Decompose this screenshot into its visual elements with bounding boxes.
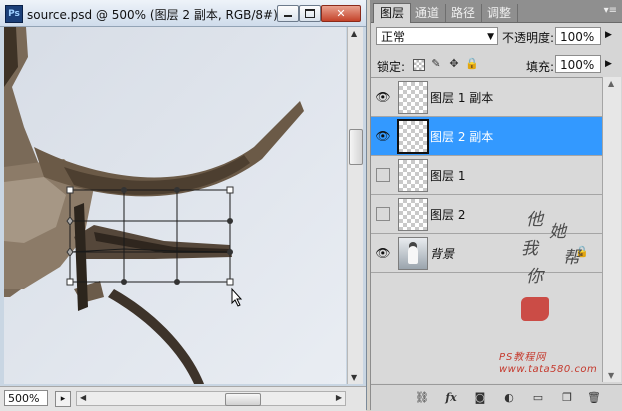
adjustment-layer-icon[interactable]: ◐	[501, 390, 517, 406]
layer-thumbnail	[397, 119, 429, 154]
lock-image-pixels-brush-icon[interactable]: ✎	[429, 57, 443, 71]
scroll-right-icon[interactable]: ▶	[336, 393, 342, 402]
scroll-up-icon[interactable]: ▲	[351, 29, 357, 38]
layers-list: 👁 图层 1 副本 👁 图层 2 副本 图层 1 图层 2 👁 背景 🔒	[371, 77, 602, 383]
scroll-up-icon[interactable]: ▲	[608, 79, 614, 88]
watermark-char: 我	[521, 239, 538, 259]
eye-icon[interactable]: 👁	[375, 128, 391, 144]
link-layers-icon[interactable]: ⛓	[414, 390, 430, 406]
watermark-char: 她	[549, 222, 566, 242]
layer-thumbnail	[398, 198, 428, 231]
layer-row[interactable]: 图层 1	[371, 156, 602, 195]
close-button[interactable]	[321, 5, 361, 22]
horizontal-scroll-thumb[interactable]	[225, 393, 261, 406]
scroll-down-icon[interactable]: ▼	[351, 373, 357, 382]
scroll-left-icon[interactable]: ◀	[80, 393, 86, 402]
visibility-toggle-off[interactable]	[376, 168, 390, 182]
opacity-slider-arrow-icon[interactable]: ▶	[605, 30, 612, 40]
tab-layers[interactable]: 图层	[373, 3, 412, 23]
blend-mode-select[interactable]: 正常 ▼	[376, 27, 498, 45]
layers-panel: 图层 通道 路径 调整 ▾≡ 正常 ▼ 不透明度: 100% ▶ 锁定: ✎ ✥…	[370, 0, 622, 411]
canvas-horizontal-scrollbar[interactable]: ◀ ▶	[76, 391, 346, 406]
canvas-vertical-scrollbar[interactable]: ▲ ▼	[347, 27, 363, 384]
eye-icon[interactable]: 👁	[375, 89, 391, 105]
document-titlebar[interactable]: Ps source.psd @ 500% (图层 2 副本, RGB/8#) *	[0, 0, 366, 27]
watermark-char: 帮	[563, 248, 580, 268]
new-layer-icon[interactable]: ❐	[559, 390, 575, 406]
layer-row[interactable]: 👁 图层 1 副本	[371, 78, 602, 117]
photoshop-logo-icon: Ps	[5, 5, 23, 23]
fill-input[interactable]: 100%	[555, 55, 601, 73]
document-window: Ps source.psd @ 500% (图层 2 副本, RGB/8#) *	[0, 0, 367, 411]
panel-tab-bar: 图层 通道 路径 调整 ▾≡	[371, 0, 622, 23]
lock-position-move-icon[interactable]: ✥	[447, 57, 461, 71]
fill-slider-arrow-icon[interactable]: ▶	[605, 59, 612, 69]
watermark-char: 你	[526, 267, 543, 287]
add-mask-icon[interactable]: ◙	[472, 390, 488, 406]
layer-name: 图层 1	[430, 169, 466, 183]
visibility-toggle-off[interactable]	[376, 207, 390, 221]
watermark-site-url: www.tata580.com	[499, 364, 598, 375]
opacity-label: 不透明度:	[502, 31, 555, 45]
tab-channels[interactable]: 通道	[409, 4, 447, 22]
layer-name: 背景	[430, 247, 455, 261]
document-title: source.psd @ 500% (图层 2 副本, RGB/8#) *	[27, 8, 288, 22]
layer-row-selected[interactable]: 👁 图层 2 副本	[371, 117, 602, 156]
chevron-down-icon: ▼	[487, 32, 494, 42]
layer-style-fx-icon[interactable]: fx	[443, 390, 459, 406]
blend-mode-value: 正常	[381, 30, 406, 44]
layers-panel-footer: ⛓ fx ◙ ◐ ▭ ❐ 🗑	[371, 384, 622, 411]
lock-transparent-pixels-icon[interactable]	[411, 57, 425, 71]
layers-scrollbar[interactable]: ▲ ▼	[602, 77, 621, 382]
lock-label: 锁定:	[377, 60, 406, 74]
status-menu-icon[interactable]: ▸	[55, 391, 71, 407]
opacity-input[interactable]: 100%	[555, 27, 601, 45]
background-thumbnail	[398, 237, 428, 270]
lock-all-icon[interactable]: 🔒	[465, 57, 479, 71]
watermark-seal-stamp	[521, 297, 549, 321]
fill-label: 填充:	[526, 60, 555, 74]
layer-name: 图层 2 副本	[430, 130, 494, 144]
maximize-button[interactable]	[299, 5, 321, 22]
zoom-level-input[interactable]: 500%	[4, 390, 48, 406]
eye-icon[interactable]: 👁	[375, 245, 391, 261]
layer-name: 图层 1 副本	[430, 91, 494, 105]
panel-menu-icon[interactable]: ▾≡	[604, 5, 617, 16]
scroll-down-icon[interactable]: ▼	[608, 371, 614, 380]
vertical-scroll-thumb[interactable]	[349, 129, 363, 165]
layer-row[interactable]: 图层 2	[371, 195, 602, 234]
tab-paths[interactable]: 路径	[445, 4, 483, 22]
image-canvas[interactable]	[4, 27, 346, 384]
layer-thumbnail	[398, 159, 428, 192]
trash-icon[interactable]: 🗑	[586, 390, 602, 406]
layer-name: 图层 2	[430, 208, 466, 222]
canvas-image	[4, 27, 346, 384]
layer-thumbnail	[398, 81, 428, 114]
watermark-site-name: PS教程网	[499, 352, 547, 363]
new-group-icon[interactable]: ▭	[530, 390, 546, 406]
status-bar: 500% ▸ ◀ ▶	[0, 386, 366, 411]
minimize-button[interactable]	[277, 5, 299, 22]
tab-adjustments[interactable]: 调整	[481, 4, 519, 22]
watermark-char: 他	[526, 210, 543, 230]
